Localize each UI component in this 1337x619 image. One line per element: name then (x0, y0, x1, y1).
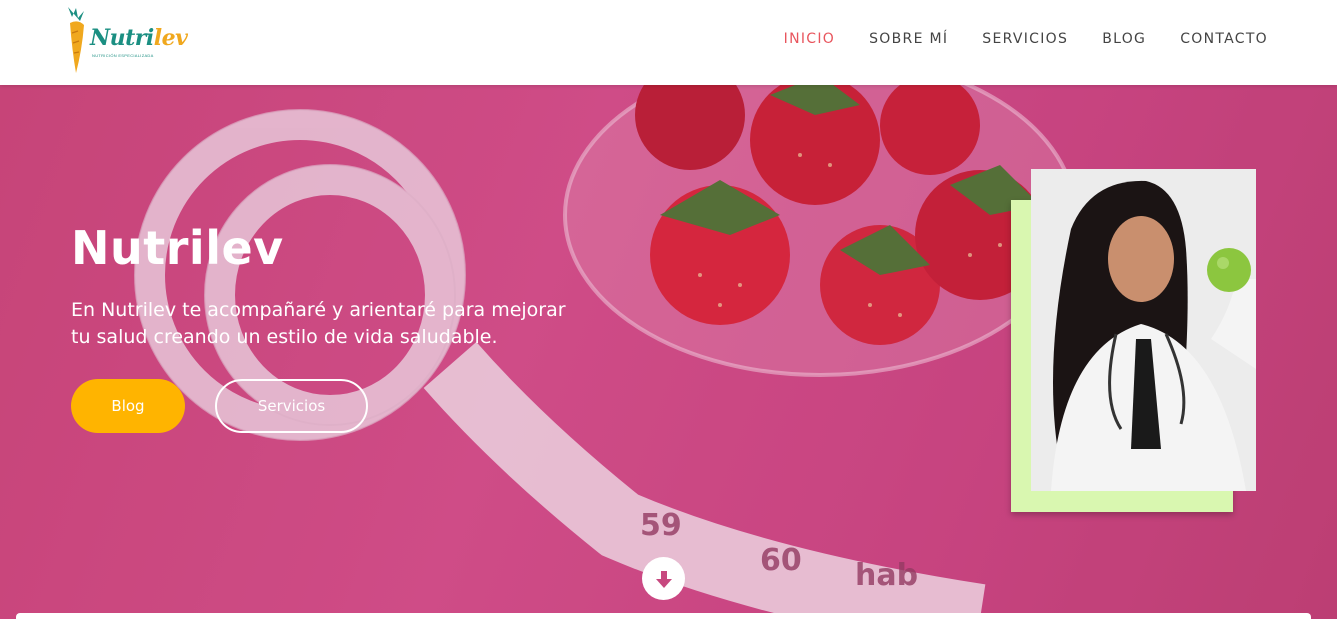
nav-item-contacto[interactable]: CONTACTO (1180, 30, 1268, 48)
main-nav: INICIO SOBRE MÍ SERVICIOS BLOG CONTACTO (750, 30, 1268, 48)
scroll-down-button[interactable] (642, 557, 685, 600)
servicios-button[interactable]: Servicios (215, 379, 368, 433)
nav-item-inicio[interactable]: INICIO (784, 30, 835, 48)
nav-item-sobre-mi[interactable]: SOBRE MÍ (869, 30, 948, 48)
logo-tagline: NUTRICIÓN ESPECIALIZADA (92, 53, 154, 58)
nutritionist-photo (1031, 169, 1256, 491)
logo-text: Nutrilev (90, 25, 188, 51)
site-header: Nutrilev NUTRICIÓN ESPECIALIZADA INICIO … (0, 0, 1337, 85)
blog-button[interactable]: Blog (71, 379, 185, 433)
hero-title: Nutrilev (71, 221, 284, 275)
nav-item-servicios[interactable]: SERVICIOS (982, 30, 1068, 48)
hero-section: 59 60 hab Nutrilev En Nutrilev te acompa… (0, 85, 1337, 619)
content-card-edge (16, 613, 1311, 619)
site-logo[interactable]: Nutrilev NUTRICIÓN ESPECIALIZADA (62, 5, 188, 77)
carrot-icon (68, 7, 84, 73)
arrow-down-icon (655, 570, 672, 588)
hero-description: En Nutrilev te acompañaré y arientaré pa… (71, 299, 566, 348)
nav-item-blog[interactable]: BLOG (1102, 30, 1146, 48)
